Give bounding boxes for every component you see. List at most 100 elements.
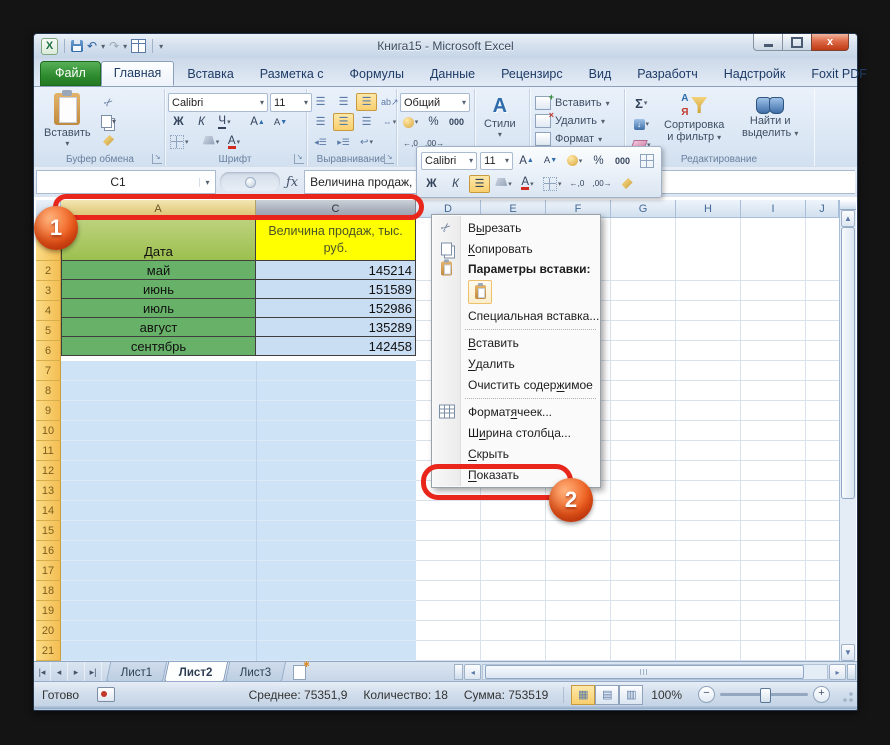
cell-A2[interactable]: май xyxy=(61,261,256,280)
mini-shrink-font-button[interactable]: A▼ xyxy=(540,152,561,170)
tab-данные[interactable]: Данные xyxy=(417,62,488,86)
mini-decrease-decimal-button[interactable]: ,00→ xyxy=(591,175,614,193)
row-header-17[interactable]: 17 xyxy=(36,561,61,581)
menu-item-удалить[interactable]: Удалить xyxy=(432,353,600,374)
scroll-down-icon[interactable]: ▼ xyxy=(841,644,855,661)
row-header-9[interactable]: 9 xyxy=(36,401,61,421)
column-header-J[interactable]: J xyxy=(806,200,839,218)
mini-italic-button[interactable]: К xyxy=(445,175,466,193)
minimize-button[interactable] xyxy=(753,34,783,51)
cell-C6[interactable]: 142458 xyxy=(256,337,416,356)
customize-qat-icon[interactable]: ▾ xyxy=(159,42,163,51)
tab-разметка с[interactable]: Разметка с xyxy=(247,62,337,86)
cell-A3[interactable]: июнь xyxy=(61,280,256,299)
selected-columns-area[interactable] xyxy=(61,361,416,661)
prev-sheet-icon[interactable]: ◂ xyxy=(51,662,68,682)
bold-button[interactable]: Ж xyxy=(168,113,189,131)
horizontal-split-handle[interactable] xyxy=(847,664,856,680)
fx-icon[interactable]: ƒx xyxy=(286,175,298,190)
tab-главная[interactable]: Главная xyxy=(101,61,175,86)
increase-indent-button[interactable]: ▸☰ xyxy=(333,133,354,151)
column-header-H[interactable]: H xyxy=(676,200,741,218)
dialog-launcher-icon[interactable]: ↘ xyxy=(152,154,162,164)
cell-C3[interactable]: 151589 xyxy=(256,280,416,299)
paste-button[interactable]: Вставить ▾ xyxy=(44,93,91,148)
font-name-select[interactable]: Calibri▾ xyxy=(168,93,268,112)
close-button[interactable]: x xyxy=(811,34,849,51)
dialog-launcher-icon[interactable]: ↘ xyxy=(294,154,304,164)
restore-button[interactable] xyxy=(783,34,811,51)
mini-increase-decimal-button[interactable]: ←,0 xyxy=(567,175,588,193)
save-icon[interactable] xyxy=(71,40,83,52)
format-painter-button[interactable] xyxy=(100,133,117,148)
row-header-6[interactable]: 6 xyxy=(36,341,61,361)
align-middle-button[interactable]: ☰ xyxy=(333,93,354,111)
shrink-font-button[interactable]: А▼ xyxy=(270,113,291,131)
fill-color-button[interactable]: ▾ xyxy=(201,133,222,151)
align-right-button[interactable]: ☰ xyxy=(356,113,377,131)
row-header-11[interactable]: 11 xyxy=(36,441,61,461)
currency-button[interactable]: ▾ xyxy=(400,113,421,131)
thousands-button[interactable]: 000 xyxy=(446,113,467,131)
sort-filter-button[interactable]: АЯ Сортировка и фильтр ▾ xyxy=(664,93,724,144)
row-header-8[interactable]: 8 xyxy=(36,381,61,401)
cell-C4[interactable]: 152986 xyxy=(256,299,416,318)
mini-format-painter-button[interactable] xyxy=(617,175,638,193)
cell-C1[interactable]: Величина продаж, тыс. руб. xyxy=(256,219,416,261)
menu-item-специальная-вставка-[interactable]: Специальная вставка... xyxy=(432,305,600,326)
row-header-5[interactable]: 5 xyxy=(36,321,61,341)
mini-percent-button[interactable]: % xyxy=(588,152,609,170)
menu-item-параметры-вставки-[interactable]: Параметры вставки: xyxy=(432,259,600,278)
mini-font-name-select[interactable]: Calibri▾ xyxy=(421,152,477,170)
menu-item-очистить-содержимое[interactable]: Очистить содержимое xyxy=(432,374,600,395)
row-header-21[interactable]: 21 xyxy=(36,641,61,661)
vertical-scrollbar[interactable]: ▲ ▼ xyxy=(839,200,856,661)
align-left-button[interactable]: ☰ xyxy=(310,113,331,131)
mini-bold-button[interactable]: Ж xyxy=(421,175,442,193)
sheet-tab-лист2[interactable]: Лист2 xyxy=(164,662,228,682)
vertical-split-handle[interactable] xyxy=(840,200,856,210)
styles-button[interactable]: A Стили ▾ xyxy=(484,95,516,139)
new-sheet-button[interactable] xyxy=(285,662,313,682)
tab-разработч[interactable]: Разработч xyxy=(624,62,710,86)
copy-button[interactable]: ▾ xyxy=(100,114,117,129)
find-select-button[interactable]: Найти и выделить ▾ xyxy=(742,93,798,140)
row-header-14[interactable]: 14 xyxy=(36,501,61,521)
zoom-track[interactable] xyxy=(720,693,808,696)
borders-button[interactable]: ▾ xyxy=(168,133,191,151)
zoom-in-icon[interactable]: + xyxy=(813,686,830,703)
tab-формулы[interactable]: Формулы xyxy=(337,62,417,86)
vertical-scroll-thumb[interactable] xyxy=(841,227,855,499)
page-layout-view-button[interactable]: ▤ xyxy=(595,685,619,705)
mini-align-center-button[interactable]: ☰ xyxy=(469,175,490,193)
wrap-text-button[interactable]: ↩▾ xyxy=(356,133,377,151)
row-header-15[interactable]: 15 xyxy=(36,521,61,541)
decrease-indent-button[interactable]: ◂☰ xyxy=(310,133,331,151)
dialog-launcher-icon[interactable]: ↘ xyxy=(384,154,394,164)
insert-cells-button[interactable]: Вставить▾ xyxy=(535,94,610,112)
fill-button[interactable]: ↓▾ xyxy=(630,115,653,133)
menu-item-формат-ячеек-[interactable]: Формат ячеек... xyxy=(432,401,600,422)
scroll-left-icon[interactable]: ◂ xyxy=(464,664,481,680)
last-sheet-icon[interactable]: ▸| xyxy=(85,662,102,682)
table-icon[interactable] xyxy=(131,39,146,53)
mini-fill-color-button[interactable]: ▾ xyxy=(493,175,514,193)
menu-item-ширина-столбца-[interactable]: Ширина столбца... xyxy=(432,422,600,443)
cell-A6[interactable]: сентябрь xyxy=(61,337,256,356)
align-top-button[interactable]: ☰ xyxy=(310,93,331,111)
row-header-12[interactable]: 12 xyxy=(36,461,61,481)
align-bottom-button[interactable]: ☰ xyxy=(356,93,377,111)
percent-button[interactable]: % xyxy=(423,113,444,131)
name-box-dropdown-icon[interactable]: ▾ xyxy=(199,178,215,187)
zoom-out-icon[interactable]: − xyxy=(698,686,715,703)
zoom-thumb[interactable] xyxy=(760,688,771,703)
mini-thousands-button[interactable]: 000 xyxy=(612,152,633,170)
italic-button[interactable]: К xyxy=(191,113,212,131)
delete-cells-button[interactable]: Удалить▾ xyxy=(535,112,610,130)
first-sheet-icon[interactable]: |◂ xyxy=(34,662,51,682)
tab-вставка[interactable]: Вставка xyxy=(174,62,246,86)
row-header-20[interactable]: 20 xyxy=(36,621,61,641)
excel-logo-icon[interactable]: X xyxy=(41,38,58,55)
menu-item-вырезать[interactable]: ✂Вырезать xyxy=(432,217,600,238)
tab-foxit pdf[interactable]: Foxit PDF xyxy=(798,62,880,86)
